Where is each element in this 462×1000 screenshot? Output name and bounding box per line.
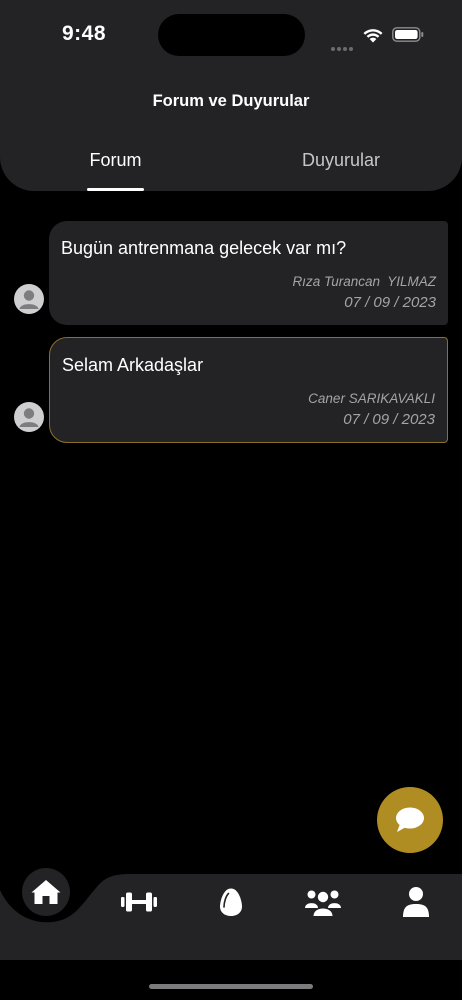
forum-post-card[interactable]: Bugün antrenmana gelecek var mı? Rıza Tu… [49, 221, 448, 325]
dumbbell-icon [121, 892, 157, 912]
battery-icon [392, 27, 424, 42]
avatar[interactable] [14, 402, 44, 432]
nav-workout[interactable] [118, 886, 160, 918]
status-time: 9:48 [62, 22, 107, 45]
avatar[interactable] [14, 284, 44, 314]
new-post-button[interactable] [377, 787, 443, 853]
post-date: 07 / 09 / 2023 [344, 294, 436, 311]
app-header: 9:48 Forum ve Duyurular Forum Duyurular [0, 0, 462, 191]
post-author: Rıza Turancan YILMAZ [292, 274, 436, 289]
nav-home[interactable] [22, 868, 70, 916]
nav-nutrition[interactable] [214, 884, 248, 920]
active-tab-indicator [87, 188, 144, 191]
user-avatar-icon [19, 290, 39, 309]
egg-icon [220, 888, 242, 916]
forum-post-card[interactable]: Selam Arkadaşlar Caner SARIKAVAKLI 07 / … [49, 337, 448, 443]
tab-duyurular[interactable]: Duyurular [302, 150, 380, 171]
wifi-icon [363, 29, 383, 43]
tab-forum[interactable]: Forum [87, 150, 144, 171]
post-date: 07 / 09 / 2023 [343, 411, 435, 428]
post-author: Caner SARIKAVAKLI [308, 391, 435, 406]
home-indicator[interactable] [149, 984, 313, 989]
signal-dots-icon [331, 38, 355, 51]
post-text: Selam Arkadaşlar [62, 355, 204, 375]
profile-icon [403, 887, 429, 917]
users-icon [305, 890, 341, 916]
dynamic-island [158, 14, 305, 56]
post-text: Bugün antrenmana gelecek var mı? [61, 238, 347, 258]
nav-profile[interactable] [398, 884, 434, 920]
home-icon [31, 880, 61, 904]
nav-community[interactable] [302, 884, 344, 920]
page-title: Forum ve Duyurular [152, 92, 310, 110]
user-avatar-icon [19, 408, 39, 427]
chat-bubble-icon [396, 807, 424, 832]
